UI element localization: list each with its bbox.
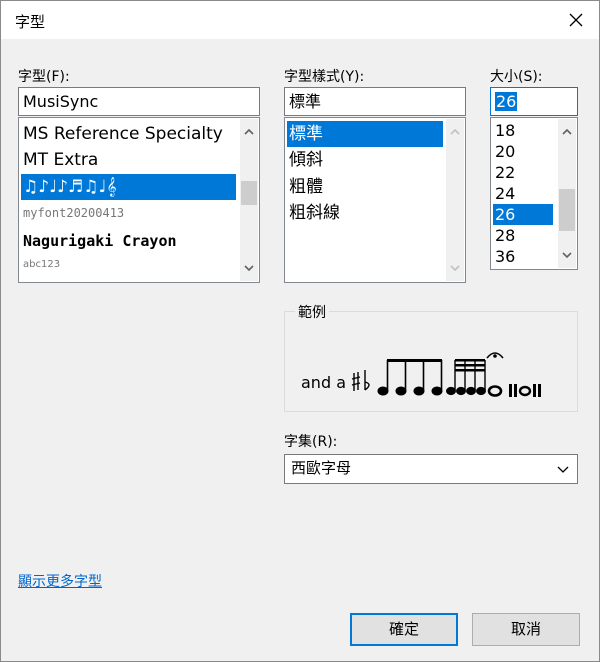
script-select-value: 西歐字母 bbox=[291, 459, 352, 477]
size-list-item[interactable]: 36 bbox=[493, 246, 553, 267]
font-style-list[interactable]: 標準 傾斜 粗體 粗斜線 bbox=[284, 117, 466, 283]
font-name-value: MusiSync bbox=[23, 92, 99, 111]
sample-group: 範例 and a bbox=[284, 302, 578, 412]
cancel-button[interactable]: 取消 bbox=[472, 613, 580, 646]
scroll-down-button[interactable] bbox=[558, 246, 576, 264]
title-bar: 字型 bbox=[1, 1, 599, 39]
sample-text: and a bbox=[301, 373, 346, 392]
close-button[interactable] bbox=[553, 1, 599, 39]
font-list-scrollbar[interactable] bbox=[240, 119, 258, 281]
scroll-up-button[interactable] bbox=[446, 123, 464, 141]
font-style-input[interactable]: 標準 bbox=[284, 87, 466, 116]
script-label: 字集(R): bbox=[284, 434, 338, 450]
font-name-input[interactable]: MusiSync bbox=[18, 87, 260, 116]
scroll-thumb[interactable] bbox=[241, 181, 257, 205]
scroll-down-button[interactable] bbox=[240, 259, 258, 277]
sample-group-title: 範例 bbox=[295, 302, 329, 322]
chevron-down-icon bbox=[450, 265, 460, 271]
chevron-down-icon bbox=[557, 466, 569, 473]
size-label: 大小(S): bbox=[490, 69, 543, 85]
size-list-item[interactable]: 18 bbox=[493, 120, 553, 141]
chevron-down-icon bbox=[562, 252, 572, 258]
font-list-item[interactable]: MT Extra bbox=[21, 147, 236, 173]
size-list-item-selected[interactable]: 26 bbox=[493, 204, 553, 225]
size-list-scrollbar[interactable] bbox=[558, 119, 576, 268]
font-dialog: 字型 字型(F): MusiSync MS Reference Specialt… bbox=[0, 0, 600, 662]
music-notation-sample-icon bbox=[351, 352, 541, 397]
style-list-item[interactable]: 傾斜 bbox=[287, 147, 443, 173]
size-list-item[interactable]: 24 bbox=[493, 183, 553, 204]
style-list-scrollbar[interactable] bbox=[446, 119, 464, 281]
close-icon bbox=[569, 13, 583, 27]
font-list-item[interactable]: myfont20200413 bbox=[21, 200, 236, 226]
font-list[interactable]: MS Reference Specialty MT Extra ♫♪♩♪♬♫♩𝄞… bbox=[18, 117, 260, 283]
font-label: 字型(F): bbox=[18, 69, 70, 85]
size-list-item[interactable]: 28 bbox=[493, 225, 553, 246]
font-size-list[interactable]: 18 20 22 24 26 28 36 bbox=[490, 117, 578, 270]
font-size-value: 26 bbox=[495, 92, 518, 111]
scroll-up-button[interactable] bbox=[558, 123, 576, 141]
font-list-item[interactable]: MS Reference Specialty bbox=[21, 121, 236, 147]
scroll-thumb[interactable] bbox=[559, 189, 575, 231]
style-list-item-selected[interactable]: 標準 bbox=[287, 121, 443, 147]
chevron-up-icon bbox=[244, 129, 254, 135]
scroll-down-button[interactable] bbox=[446, 259, 464, 277]
style-label: 字型樣式(Y): bbox=[284, 69, 365, 85]
script-select[interactable]: 西歐字母 bbox=[284, 454, 578, 484]
ok-button[interactable]: 確定 bbox=[350, 613, 458, 646]
size-list-item[interactable]: 20 bbox=[493, 141, 553, 162]
font-style-value: 標準 bbox=[289, 92, 322, 111]
style-list-item[interactable]: 粗斜線 bbox=[287, 200, 443, 226]
font-list-item[interactable]: Nagurigaki Crayon bbox=[21, 228, 236, 254]
chevron-up-icon bbox=[450, 129, 460, 135]
chevron-up-icon bbox=[562, 129, 572, 135]
chevron-down-icon bbox=[244, 265, 254, 271]
scroll-up-button[interactable] bbox=[240, 123, 258, 141]
font-size-input[interactable]: 26 bbox=[490, 87, 578, 116]
show-more-fonts-link[interactable]: 顯示更多字型 bbox=[18, 571, 102, 591]
dialog-title: 字型 bbox=[15, 13, 46, 31]
font-list-item[interactable]: abc123 bbox=[21, 252, 236, 278]
style-list-item[interactable]: 粗體 bbox=[287, 174, 443, 200]
size-list-item[interactable]: 22 bbox=[493, 162, 553, 183]
font-list-item-selected[interactable]: ♫♪♩♪♬♫♩𝄞 bbox=[21, 174, 236, 200]
